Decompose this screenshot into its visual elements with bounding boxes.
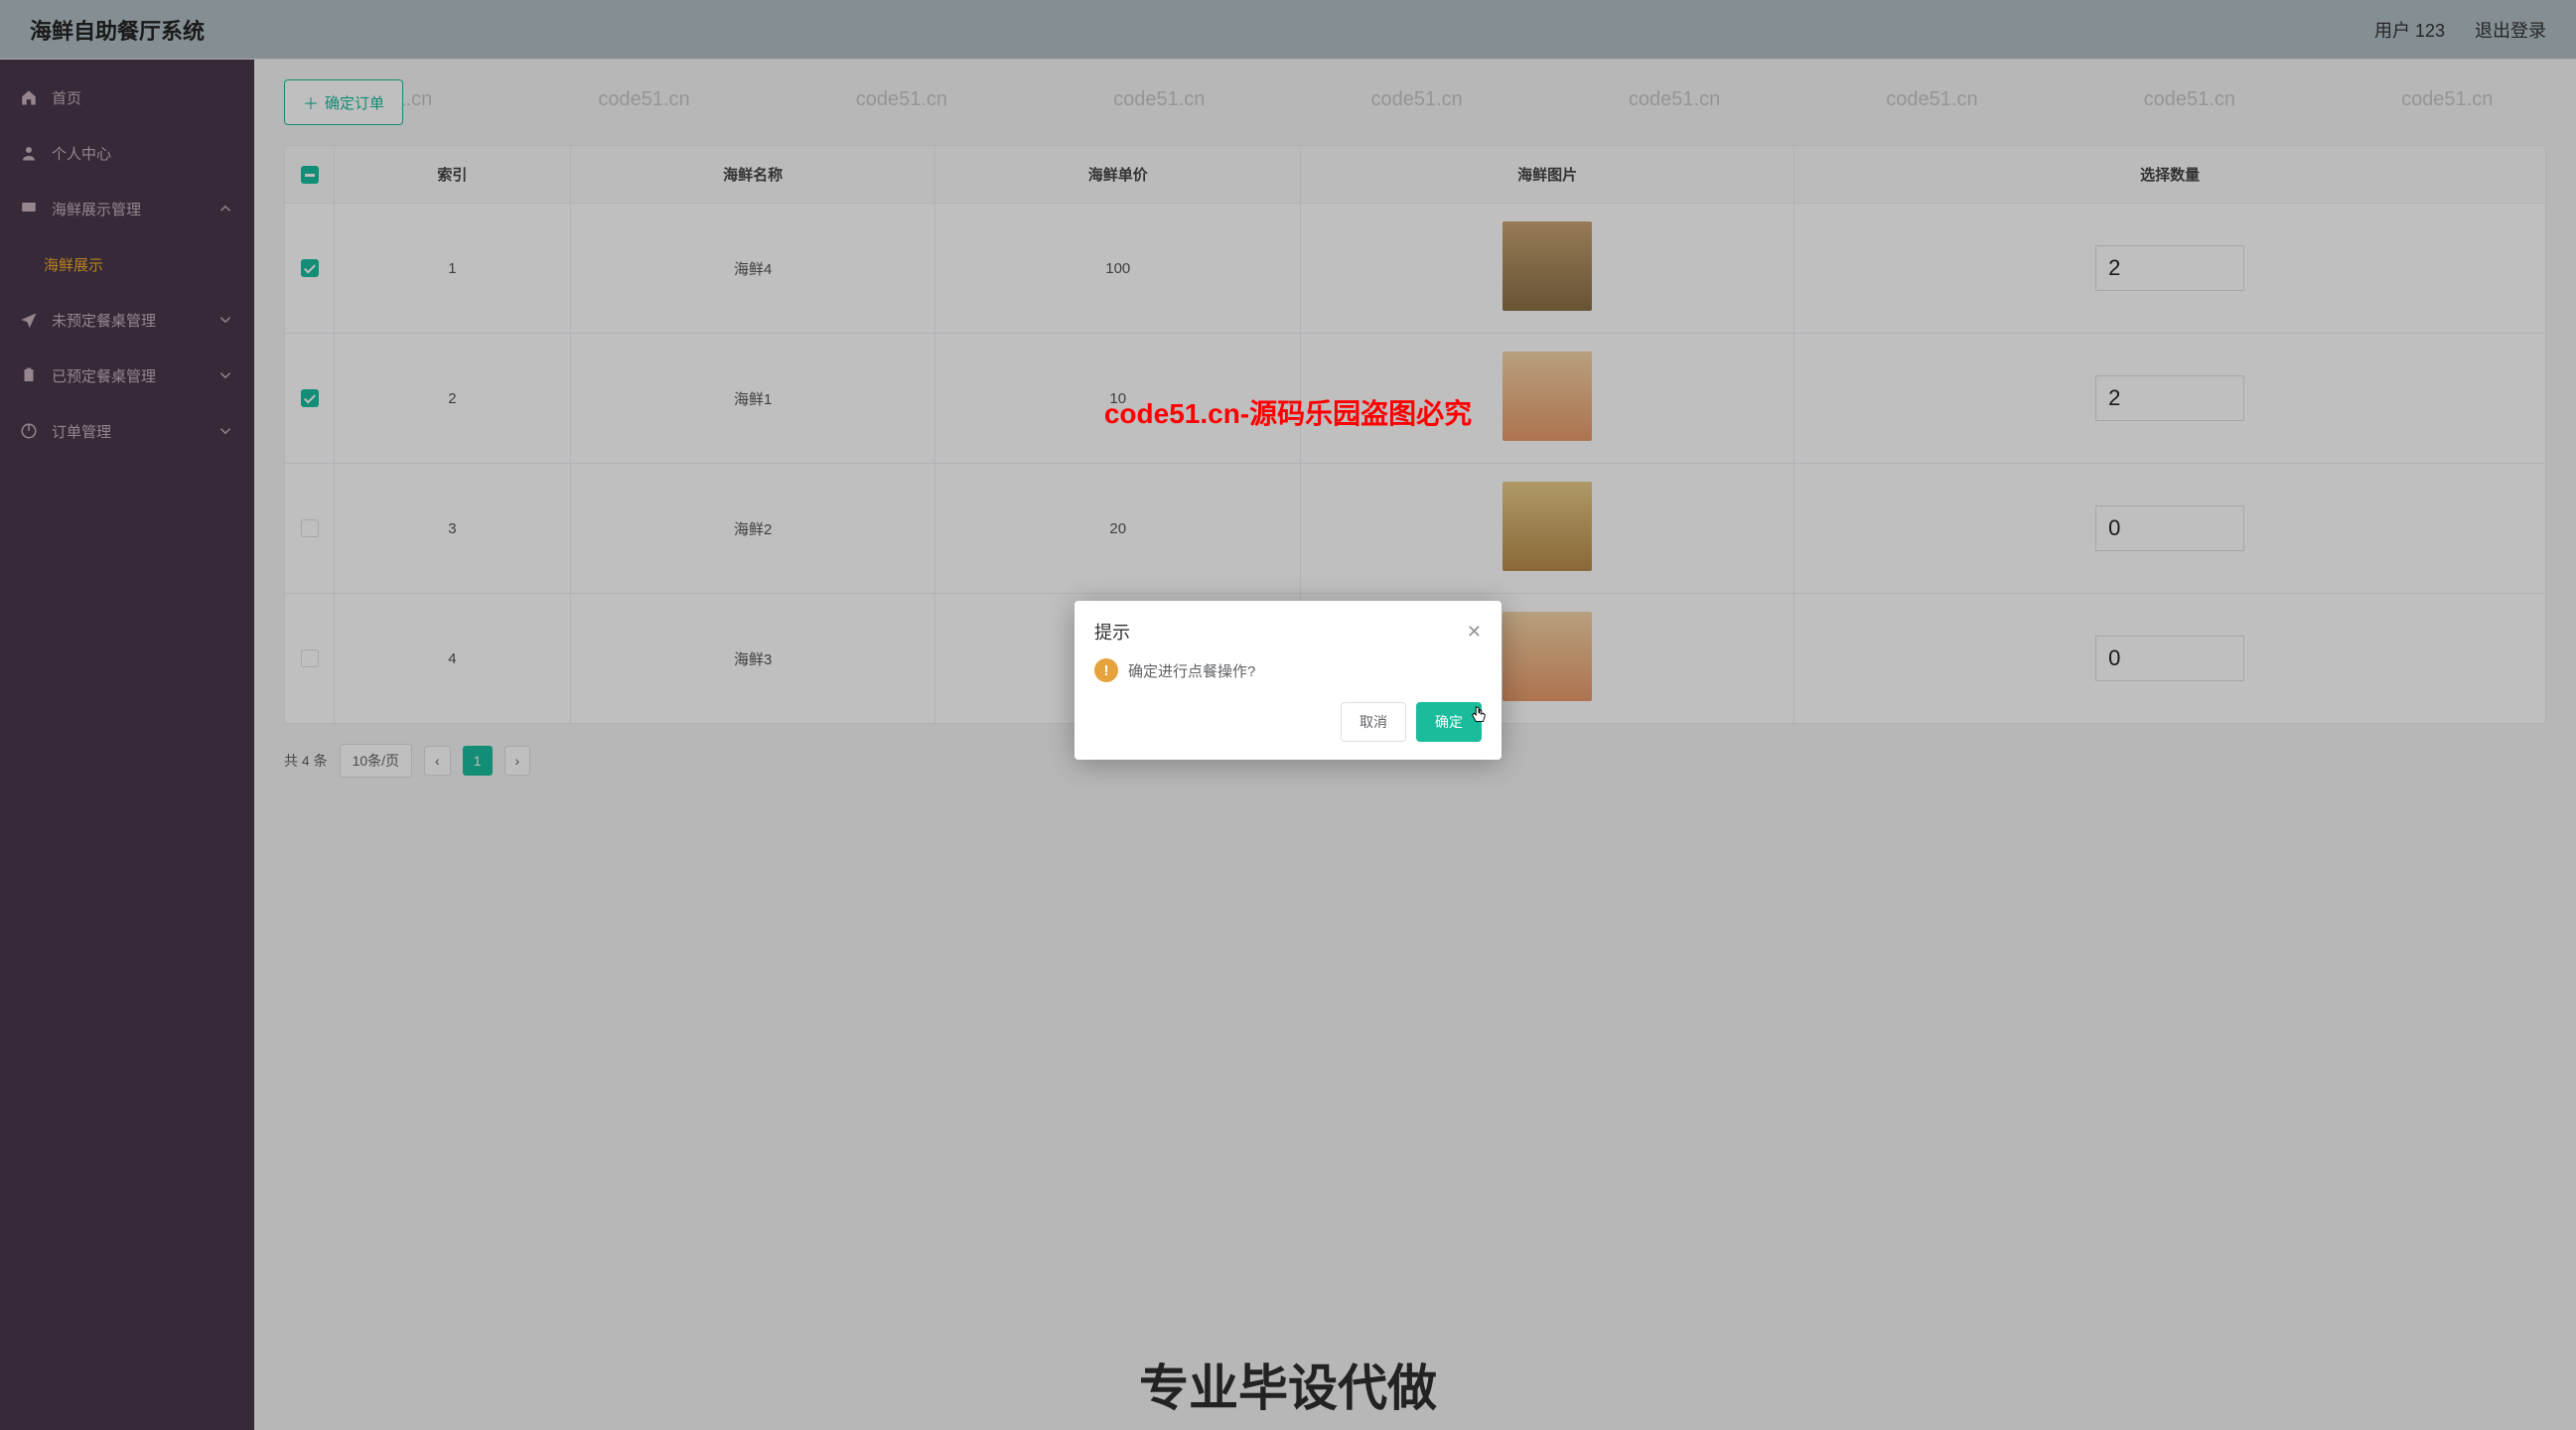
confirm-button[interactable]: 确定 (1416, 702, 1482, 742)
warning-icon: ! (1094, 658, 1118, 682)
cancel-button[interactable]: 取消 (1341, 702, 1406, 742)
close-icon[interactable]: ✕ (1467, 622, 1482, 643)
modal-backdrop[interactable]: 提示 ✕ ! 确定进行点餐操作? 取消 确定 (0, 0, 2576, 1430)
confirm-dialog: 提示 ✕ ! 确定进行点餐操作? 取消 确定 (1074, 601, 1502, 760)
dialog-title: 提示 (1094, 619, 1130, 644)
dialog-message: 确定进行点餐操作? (1128, 660, 1255, 681)
